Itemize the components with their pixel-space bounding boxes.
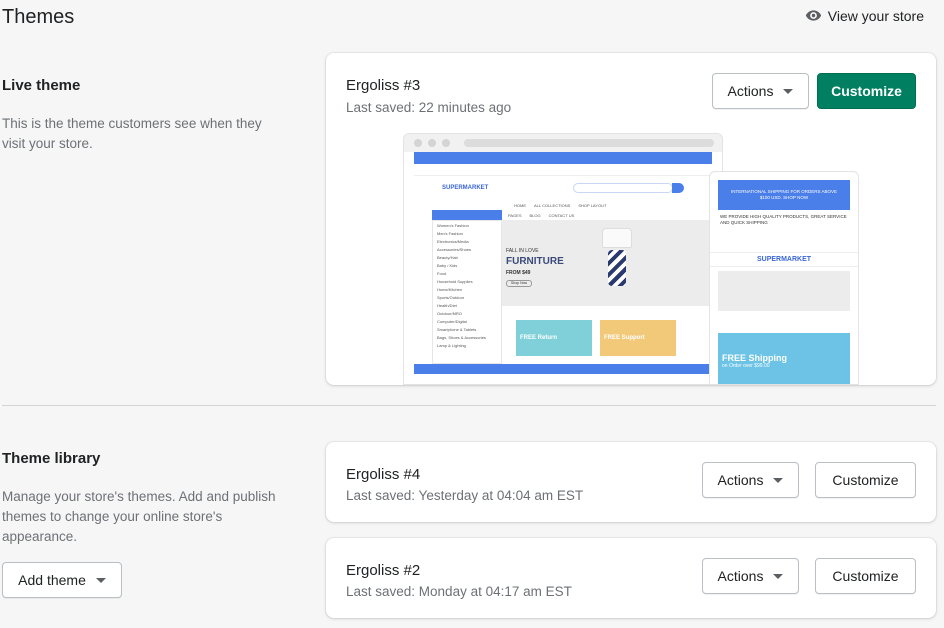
preview-nav-item: BLOG — [529, 212, 541, 218]
preview-category-item: Bags, Shoes & Accessories — [437, 335, 486, 340]
preview-category-list: Women's Fashion Men's Fashion Electronic… — [432, 220, 502, 364]
preview-category-item: Accessories/Shoes — [437, 247, 472, 252]
preview-mobile-promo: WE PROVIDE HIGH QUALITY PRODUCTS, GREAT … — [720, 214, 847, 225]
mobile-preview: INTERNATIONAL SHIPPING FOR ORDERS ABOVE … — [709, 171, 859, 385]
preview-category-item: Baby / Kids — [437, 263, 458, 268]
theme-actions-button[interactable]: Actions — [702, 462, 799, 498]
add-theme-label: Add theme — [18, 572, 86, 588]
view-store-label: View your store — [827, 7, 924, 24]
preview-nav-item: SHOP LAYOUT — [578, 202, 607, 208]
preview-free-returns: FREE Return — [520, 335, 558, 341]
theme-last-saved: Last saved: Yesterday at 04:04 am EST — [346, 488, 584, 503]
theme-actions-label: Actions — [717, 472, 764, 488]
lamp-base — [608, 250, 626, 286]
live-theme-card: Ergoliss #3 Last saved: 22 minutes ago A… — [326, 53, 936, 385]
eye-icon — [805, 10, 821, 21]
window-dot-icon — [428, 139, 436, 147]
caret-down-icon — [773, 573, 784, 579]
preview-category-item: Home/Kitchen — [437, 287, 463, 292]
theme-actions-button[interactable]: Actions — [702, 558, 799, 594]
preview-hero-line2: FURNITURE — [506, 256, 564, 267]
preview-category-item: Food — [437, 271, 447, 276]
section-divider — [2, 405, 936, 406]
live-theme-name: Ergoliss #3 — [346, 77, 421, 94]
preview-mobile-free-shipping: FREE Shipping — [722, 353, 787, 363]
desktop-preview: SUPERMARKET HOME ALL COLLECTIONS SHOP LA… — [403, 133, 723, 385]
preview-hero-line1: FALL IN LOVE — [506, 248, 539, 254]
theme-card: Ergoliss #4 Last saved: Yesterday at 04:… — [326, 442, 936, 522]
theme-card: Ergoliss #2 Last saved: Monday at 04:17 … — [326, 538, 936, 618]
window-dot-icon — [414, 139, 422, 147]
caret-down-icon — [783, 88, 794, 94]
view-store-link[interactable]: View your store — [805, 7, 924, 24]
theme-last-saved: Last saved: Monday at 04:17 am EST — [346, 584, 572, 599]
preview-mobile-banner: INTERNATIONAL SHIPPING FOR ORDERS ABOVE … — [730, 189, 838, 200]
live-customize-button[interactable]: Customize — [817, 73, 916, 109]
preview-category-item: Computer/Digital — [437, 319, 467, 324]
theme-actions-label: Actions — [717, 568, 764, 584]
preview-category-item: Men's Fashion — [437, 231, 463, 236]
window-dot-icon — [442, 139, 450, 147]
live-actions-button[interactable]: Actions — [712, 73, 809, 109]
url-bar — [464, 139, 714, 147]
page-title: Themes — [2, 6, 75, 28]
preview-hero-banner: FALL IN LOVE FURNITURE FROM $49 Shop Now — [502, 220, 712, 306]
preview-shop-now: Shop Now — [506, 280, 532, 287]
preview-nav-item: CONTACT US — [548, 212, 575, 218]
preview-hero-price: FROM $49 — [506, 270, 531, 276]
preview-category-item: Smartphone & Tablets — [437, 327, 477, 332]
theme-library-title: Theme library — [2, 450, 101, 467]
preview-mobile-brand: SUPERMARKET — [710, 252, 858, 267]
caret-down-icon — [95, 577, 106, 583]
caret-down-icon — [773, 477, 784, 483]
browser-chrome — [404, 134, 722, 152]
preview-free-support: FREE Support — [604, 335, 645, 341]
live-theme-last-saved: Last saved: 22 minutes ago — [346, 100, 512, 115]
promo-bar — [414, 152, 712, 164]
theme-name: Ergoliss #2 — [346, 562, 421, 579]
add-theme-button[interactable]: Add theme — [2, 562, 122, 598]
preview-category-item: Household Supplies — [437, 279, 473, 284]
preview-mobile-free-sub: on Order over $99.00 — [722, 363, 770, 369]
preview-category-item: Outdoor/MRO — [437, 311, 462, 316]
live-actions-label: Actions — [727, 83, 774, 99]
theme-customize-button[interactable]: Customize — [815, 462, 916, 498]
preview-category-item: Electronics/Media — [437, 239, 469, 244]
theme-library-description: Manage your store's themes. Add and publ… — [2, 489, 276, 544]
preview-nav-item: HOME — [514, 202, 526, 208]
preview-category-item: Health/Diet — [437, 303, 457, 308]
theme-preview[interactable]: SUPERMARKET HOME ALL COLLECTIONS SHOP LA… — [403, 133, 859, 385]
theme-customize-button[interactable]: Customize — [815, 558, 916, 594]
preview-category-item: Sports/Outdoor — [437, 295, 465, 300]
preview-nav-item: ALL COLLECTIONS — [534, 202, 571, 208]
preview-category-item: Beauty/Hair — [437, 255, 458, 260]
preview-cookie-bar — [414, 364, 712, 374]
theme-name: Ergoliss #4 — [346, 466, 421, 483]
preview-brand: SUPERMARKET — [442, 185, 489, 191]
live-theme-title: Live theme — [2, 77, 81, 94]
preview-nav-item: PAGES — [508, 212, 522, 218]
preview-category-item: Women's Fashion — [437, 223, 469, 228]
lamp-shade — [602, 228, 632, 248]
preview-category-item: Lamp & Lighting — [437, 343, 466, 348]
live-theme-description: This is the theme customers see when the… — [2, 116, 262, 151]
